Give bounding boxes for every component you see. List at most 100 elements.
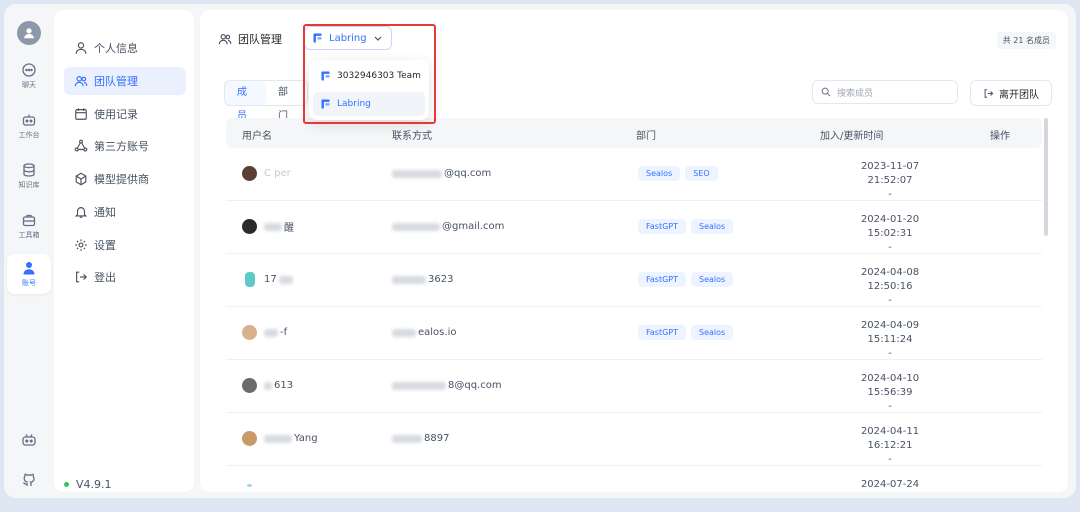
tab-group: 成员 部门 (224, 80, 308, 122)
menu-item-label: 第三方账号 (94, 140, 149, 153)
dept-tag: Sealos (690, 219, 734, 234)
search-input[interactable]: 搜索成员 (812, 80, 958, 104)
rail-item-workbench[interactable]: 工作台 (7, 106, 51, 146)
username: C per (264, 168, 291, 179)
blurred-text (392, 328, 416, 337)
menu-item-label: 团队管理 (94, 75, 138, 88)
menu-item-notify[interactable]: 通知 (64, 198, 186, 226)
blurred-text (392, 169, 442, 178)
robot-icon[interactable] (21, 432, 37, 448)
time-cell: 2023-11-07 21:52:07 - (840, 160, 940, 202)
menu-item-label: 模型提供商 (94, 173, 149, 186)
chat-icon (22, 63, 36, 77)
rail-item-account[interactable]: 账号 (7, 254, 51, 294)
user-cell (242, 484, 259, 487)
username: 醒 (284, 223, 294, 234)
dept-cell: Sealos SEO (638, 166, 723, 181)
tab-members[interactable]: 成员 (225, 81, 266, 122)
dept-tag: FastGPT (638, 272, 686, 287)
menu-item-third-party[interactable]: 第三方账号 (64, 132, 186, 160)
table-row[interactable]: 17 3623 FastGPT Sealos 2024-04-08 12:50:… (226, 254, 1042, 307)
logout-icon (984, 88, 994, 98)
menu-item-label: 个人信息 (94, 42, 138, 55)
github-icon[interactable] (21, 472, 37, 488)
user-cell: Yang (242, 431, 318, 446)
contact-cell: @qq.com (392, 168, 491, 179)
avatar (242, 325, 257, 340)
table-row[interactable]: 613 8@qq.com 2024-04-10 15:56:39 - (226, 360, 1042, 413)
user-avatar[interactable] (17, 21, 41, 45)
menu-item-usage[interactable]: 使用记录 (64, 100, 186, 128)
user-cell: -f (242, 325, 287, 340)
page-title: 团队管理 (218, 31, 282, 47)
menu-item-settings[interactable]: 设置 (64, 231, 186, 259)
join-time: 2024-04-11 16:12:21 (860, 426, 920, 451)
members-table: 用户名 联系方式 部门 加入/更新时间 操作 C per @qq.com Sea… (226, 118, 1042, 492)
team-icon (74, 76, 88, 87)
contact-text: @gmail.com (442, 221, 505, 232)
table-scrollbar[interactable] (1044, 118, 1048, 236)
contact-text: @qq.com (444, 168, 492, 179)
table-row[interactable]: Yang 8897 2024-04-11 16:12:21 - (226, 413, 1042, 466)
dept-tag: FastGPT (638, 219, 686, 234)
menu-item-label: 登出 (94, 271, 116, 284)
column-header-contact: 联系方式 (392, 131, 432, 142)
bell-icon (74, 207, 88, 218)
blurred-text (264, 434, 292, 443)
rail-item-label: 聊天 (22, 81, 36, 89)
time-cell: 2024-07-24 15:29:51 (840, 478, 940, 492)
tab-departments[interactable]: 部门 (266, 81, 307, 122)
join-time: 2023-11-07 21:52:07 (860, 161, 920, 186)
username: 17 (264, 274, 277, 285)
table-row[interactable]: 醒 @gmail.com FastGPT Sealos 2024-01-20 1… (226, 201, 1042, 254)
blurred-text (392, 381, 446, 390)
menu-item-model-provider[interactable]: 模型提供商 (64, 165, 186, 193)
blurred-text (264, 328, 278, 337)
update-time: - (888, 454, 892, 465)
update-time: - (888, 348, 892, 359)
join-time: 2024-04-08 12:50:16 (860, 267, 920, 292)
app-window: 聊天 工作台 知识库 工具箱 账号 个人信息 团队管理 使用记录 第三方账号 模… (4, 4, 1076, 498)
dept-tag: FastGPT (638, 325, 686, 340)
blurred-text (278, 275, 293, 284)
rail-item-label: 知识库 (18, 181, 40, 189)
robot-icon (22, 114, 36, 126)
search-icon (821, 87, 831, 97)
dept-cell: FastGPT Sealos (638, 325, 738, 340)
version-label: V4.9.1 (76, 478, 112, 491)
avatar (245, 272, 255, 287)
logout-icon (76, 271, 88, 283)
time-cell: 2024-04-09 15:11:24 - (840, 319, 940, 361)
table-row[interactable]: 2024-07-24 15:29:51 (226, 466, 1042, 492)
rail-item-toolbox[interactable]: 工具箱 (7, 206, 51, 246)
contact-cell: 8@qq.com (392, 380, 502, 391)
update-time: - (888, 295, 892, 306)
table-row[interactable]: C per @qq.com Sealos SEO 2023-11-07 21:5… (226, 148, 1042, 201)
leave-team-button[interactable]: 离开团队 (970, 80, 1052, 106)
time-cell: 2024-04-11 16:12:21 - (840, 425, 940, 467)
blurred-text (392, 275, 426, 284)
contact-cell: 8897 (392, 433, 449, 444)
join-time: 2024-07-24 15:29:51 (860, 479, 920, 490)
contact-cell: ealos.io (392, 327, 456, 338)
user-cell: C per (242, 166, 291, 181)
menu-item-team[interactable]: 团队管理 (64, 67, 186, 95)
account-menu: 个人信息 团队管理 使用记录 第三方账号 模型提供商 通知 设置 登出 V4.9… (54, 10, 194, 492)
menu-item-logout[interactable]: 登出 (64, 263, 186, 291)
contact-cell: @gmail.com (392, 221, 504, 232)
rail-item-knowledge[interactable]: 知识库 (7, 156, 51, 196)
menu-item-profile[interactable]: 个人信息 (64, 34, 186, 62)
column-header-dept: 部门 (636, 131, 656, 142)
rail-item-chat[interactable]: 聊天 (7, 56, 51, 96)
menu-item-label: 通知 (94, 206, 116, 219)
leave-team-label: 离开团队 (999, 89, 1039, 101)
link-icon (74, 139, 88, 152)
dept-tag: Sealos (690, 272, 734, 287)
contact-text: ealos.io (418, 327, 457, 338)
avatar (242, 219, 257, 234)
table-row[interactable]: -f ealos.io FastGPT Sealos 2024-04-09 15… (226, 307, 1042, 360)
menu-item-label: 使用记录 (94, 108, 138, 121)
database-icon (23, 163, 35, 177)
nav-rail: 聊天 工作台 知识库 工具箱 账号 (4, 4, 54, 498)
update-time: - (888, 401, 892, 412)
